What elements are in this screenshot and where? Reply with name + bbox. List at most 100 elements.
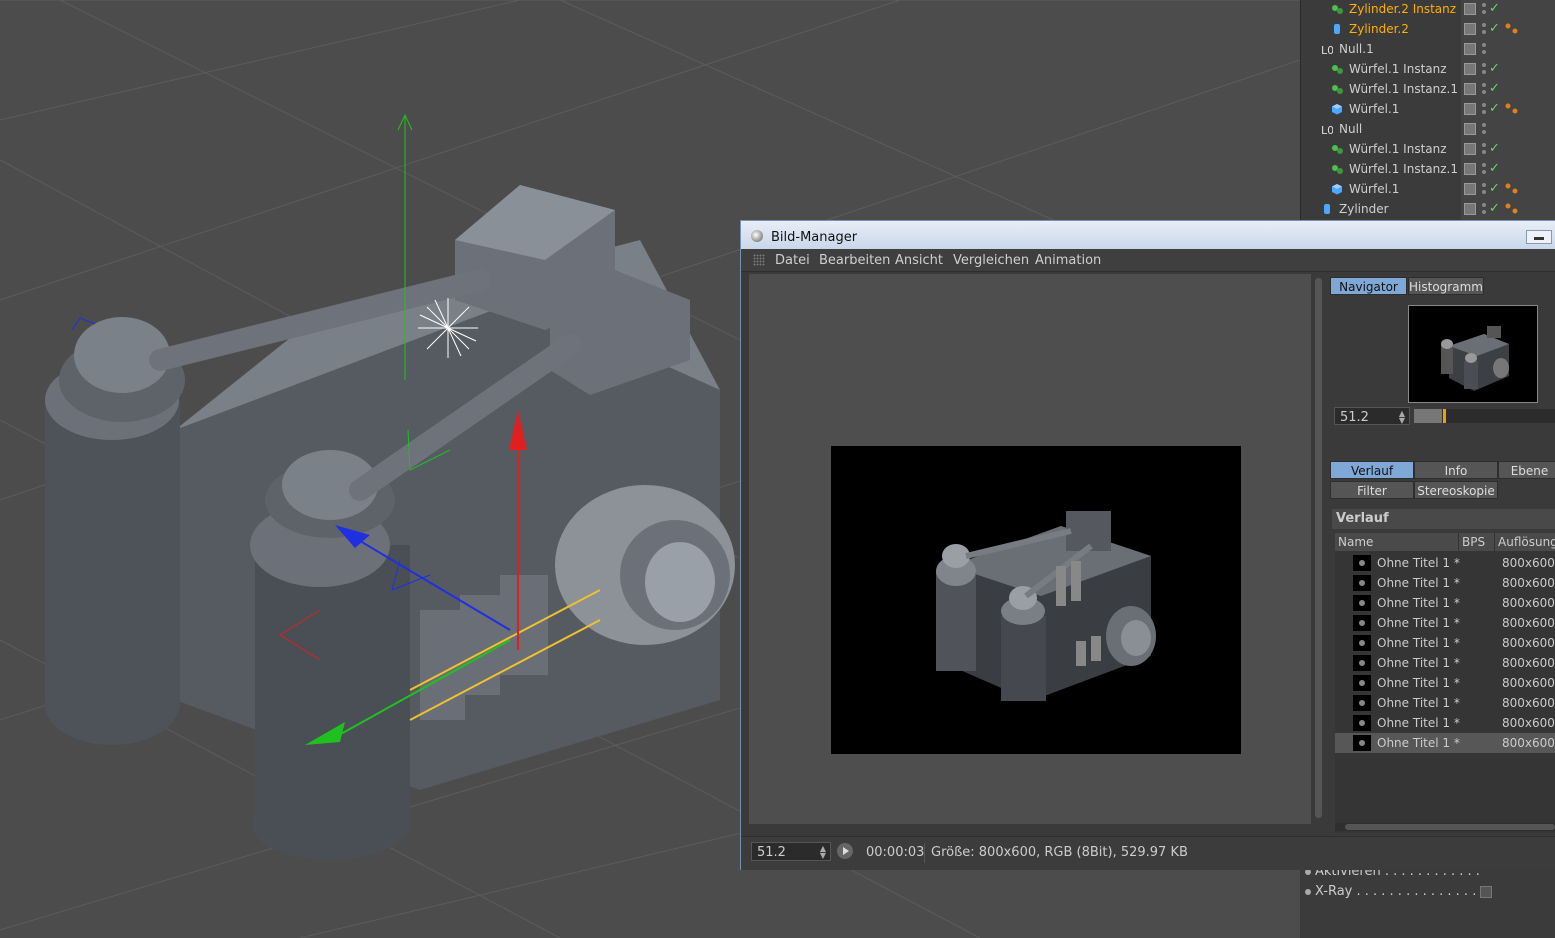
object-name[interactable]: Würfel.1 Instanz	[1349, 142, 1447, 156]
editor-visibility-icon[interactable]	[1464, 83, 1476, 95]
minimize-button[interactable]	[1526, 230, 1552, 244]
visibility-dots-icon[interactable]	[1482, 23, 1486, 35]
editor-visibility-icon[interactable]	[1464, 183, 1476, 195]
phong-tag-icon[interactable]	[1505, 103, 1519, 115]
visibility-dots-icon[interactable]	[1482, 123, 1486, 135]
navigator-zoom-input[interactable]: 51.2 ▲ ▼	[1334, 407, 1410, 425]
editor-visibility-icon[interactable]	[1464, 143, 1476, 155]
menu-vergleichen[interactable]: Vergleichen	[953, 253, 1029, 268]
object-name[interactable]: Würfel.1 Instanz.1	[1349, 162, 1458, 176]
history-row[interactable]: Ohne Titel 1 * 800x600	[1335, 593, 1555, 613]
phong-tag-icon[interactable]	[1505, 183, 1519, 195]
canvas-horizontal-scrollbar[interactable]	[749, 824, 1311, 834]
enabled-check-icon[interactable]: ✓	[1489, 201, 1500, 216]
object-row[interactable]: Zylinder ✓	[1301, 200, 1555, 220]
history-row[interactable]: Ohne Titel 1 * 800x600	[1335, 573, 1555, 593]
object-row[interactable]: Zylinder.2 ✓	[1301, 20, 1555, 40]
editor-visibility-icon[interactable]	[1464, 23, 1476, 35]
editor-visibility-icon[interactable]	[1464, 63, 1476, 75]
object-name[interactable]: Würfel.1 Instanz.1	[1349, 82, 1458, 96]
tab-filter[interactable]: Filter	[1330, 481, 1414, 499]
history-row[interactable]: Ohne Titel 1 * 800x600	[1335, 733, 1555, 753]
spin-arrows-icon[interactable]: ▲ ▼	[1399, 410, 1405, 425]
object-name[interactable]: Zylinder.2	[1349, 22, 1409, 36]
history-horizontal-scrollbar[interactable]	[1335, 823, 1555, 831]
thumbnail	[1353, 615, 1371, 631]
object-name[interactable]: Null.1	[1339, 42, 1374, 56]
object-name[interactable]: Würfel.1	[1349, 102, 1399, 116]
xray-checkbox[interactable]	[1480, 885, 1493, 898]
column-aufloesung[interactable]: Auflösung	[1495, 533, 1555, 551]
object-row[interactable]: Würfel.1 Instanz.1 ✓	[1301, 80, 1555, 100]
menu-bearbeiten[interactable]: Bearbeiten	[819, 253, 890, 268]
visibility-dots-icon[interactable]	[1482, 203, 1486, 215]
enabled-check-icon[interactable]: ✓	[1489, 161, 1500, 176]
object-name[interactable]: Zylinder	[1339, 202, 1389, 216]
tab-ebene[interactable]: Ebene	[1498, 461, 1555, 479]
visibility-dots-icon[interactable]	[1482, 3, 1486, 15]
xray-option[interactable]: X-Ray . . . . . . . . . . . . . . .	[1305, 884, 1493, 899]
menu-ansicht[interactable]: Ansicht	[895, 253, 943, 268]
editor-visibility-icon[interactable]	[1464, 3, 1476, 15]
object-row[interactable]: Würfel.1 Instanz ✓	[1301, 60, 1555, 80]
menu-animation[interactable]: Animation	[1035, 253, 1101, 268]
visibility-dots-icon[interactable]	[1482, 163, 1486, 175]
editor-visibility-icon[interactable]	[1464, 163, 1476, 175]
visibility-dots-icon[interactable]	[1482, 63, 1486, 75]
tab-info[interactable]: Info	[1414, 461, 1498, 479]
object-name[interactable]: Würfel.1	[1349, 182, 1399, 196]
history-row[interactable]: Ohne Titel 1 * 800x600	[1335, 653, 1555, 673]
history-resolution: 800x600	[1502, 616, 1555, 630]
object-row[interactable]: Zylinder.2 Instanz ✓	[1301, 0, 1555, 20]
tab-stereoskopie[interactable]: Stereoskopie	[1414, 481, 1498, 499]
editor-visibility-icon[interactable]	[1464, 203, 1476, 215]
visibility-dots-icon[interactable]	[1482, 83, 1486, 95]
object-row[interactable]: L0 Null.1	[1301, 40, 1555, 60]
image-canvas[interactable]	[749, 274, 1311, 824]
object-row[interactable]: L0 Null	[1301, 120, 1555, 140]
enabled-check-icon[interactable]: ✓	[1489, 181, 1500, 196]
object-name[interactable]: Null	[1339, 122, 1362, 136]
visibility-dots-icon[interactable]	[1482, 143, 1486, 155]
phong-tag-icon[interactable]	[1505, 23, 1519, 35]
tab-histogramm[interactable]: Histogramm	[1408, 277, 1484, 295]
object-row[interactable]: Würfel.1 Instanz ✓	[1301, 140, 1555, 160]
editor-visibility-icon[interactable]	[1464, 43, 1476, 55]
editor-visibility-icon[interactable]	[1464, 123, 1476, 135]
history-row[interactable]: Ohne Titel 1 * 800x600	[1335, 673, 1555, 693]
editor-visibility-icon[interactable]	[1464, 103, 1476, 115]
enabled-check-icon[interactable]: ✓	[1489, 141, 1500, 156]
enabled-check-icon[interactable]: ✓	[1489, 101, 1500, 116]
visibility-dots-icon[interactable]	[1482, 183, 1486, 195]
object-row[interactable]: Würfel.1 ✓	[1301, 180, 1555, 200]
zoom-slider[interactable]	[1414, 409, 1555, 423]
menu-datei[interactable]: Datei	[775, 253, 810, 268]
tab-navigator[interactable]: Navigator	[1330, 277, 1407, 295]
enabled-check-icon[interactable]: ✓	[1489, 61, 1500, 76]
object-row[interactable]: Würfel.1 Instanz.1 ✓	[1301, 160, 1555, 180]
canvas-vertical-scrollbar[interactable]	[1313, 274, 1325, 824]
grip-icon[interactable]	[753, 254, 765, 266]
navigator-preview[interactable]	[1408, 305, 1538, 403]
history-row[interactable]: Ohne Titel 1 * 800x600	[1335, 613, 1555, 633]
title-bar[interactable]: Bild-Manager	[741, 221, 1555, 249]
visibility-dots-icon[interactable]	[1482, 103, 1486, 115]
object-row[interactable]: Würfel.1 ✓	[1301, 100, 1555, 120]
enabled-check-icon[interactable]: ✓	[1489, 21, 1500, 36]
tab-verlauf[interactable]: Verlauf	[1330, 461, 1414, 479]
history-row[interactable]: Ohne Titel 1 * 800x600	[1335, 693, 1555, 713]
history-row[interactable]: Ohne Titel 1 * 800x600	[1335, 633, 1555, 653]
visibility-dots-icon[interactable]	[1482, 43, 1486, 55]
column-name[interactable]: Name	[1335, 533, 1459, 551]
status-zoom-input[interactable]: 51.2 ▲ ▼	[751, 842, 831, 861]
column-bps[interactable]: BPS	[1459, 533, 1495, 551]
phong-tag-icon[interactable]	[1505, 203, 1519, 215]
enabled-check-icon[interactable]: ✓	[1489, 81, 1500, 96]
spin-arrows-icon[interactable]: ▲ ▼	[820, 845, 826, 860]
history-row[interactable]: Ohne Titel 1 * 800x600	[1335, 553, 1555, 573]
play-icon[interactable]	[837, 843, 853, 859]
enabled-check-icon[interactable]: ✓	[1489, 1, 1500, 16]
history-row[interactable]: Ohne Titel 1 * 800x600	[1335, 713, 1555, 733]
object-name[interactable]: Würfel.1 Instanz	[1349, 62, 1447, 76]
object-name[interactable]: Zylinder.2 Instanz	[1349, 2, 1456, 16]
